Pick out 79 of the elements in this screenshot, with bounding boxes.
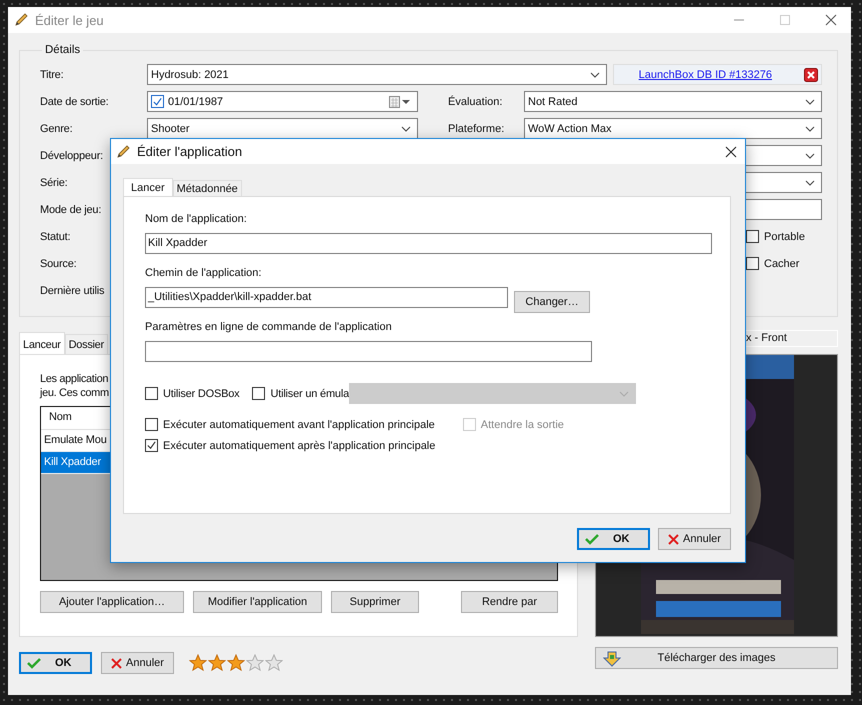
checkbox[interactable]: [145, 439, 158, 452]
checkbox[interactable]: [145, 387, 158, 400]
field-label: Dernière utilis: [40, 284, 104, 296]
field-label: Titre:: [40, 68, 64, 80]
app-button[interactable]: Supprimer: [331, 591, 419, 613]
tab[interactable]: Métadonnée: [172, 180, 242, 196]
checkbox[interactable]: [252, 387, 266, 400]
star-icon: [227, 654, 245, 672]
star-icon: [189, 654, 207, 672]
calendar-icon: [389, 96, 411, 108]
field-label: Paramètres en ligne de commande de l'application: [145, 321, 392, 333]
chevron-icon: [805, 126, 815, 132]
group-title: Détails: [44, 44, 82, 56]
combo-box[interactable]: WoW Action Max: [524, 118, 822, 139]
field-label: Statut:: [40, 230, 70, 242]
star-icon: [265, 654, 283, 672]
browse-button[interactable]: Changer…: [514, 291, 590, 313]
pencil-icon: [115, 144, 131, 160]
input-field[interactable]: Kill Xpadder: [145, 233, 712, 254]
chevron-icon: [401, 126, 411, 132]
remove-icon[interactable]: [804, 68, 818, 82]
combo-box[interactable]: Shooter: [147, 118, 418, 139]
checkbox-label: Exécuter automatiquement après l'application principale: [163, 440, 436, 452]
checkbox-label: Utiliser un émula: [270, 388, 349, 400]
download-images-button[interactable]: Télécharger des images: [595, 647, 838, 669]
ok-button[interactable]: OK: [19, 652, 92, 674]
checkbox[interactable]: [746, 230, 759, 243]
checkbox-label: Cacher: [764, 258, 800, 270]
tab[interactable]: Lancer: [123, 178, 173, 196]
database-link[interactable]: LaunchBox DB ID #133276: [613, 64, 822, 85]
field-label: Mode de jeu:: [40, 204, 102, 216]
app-button[interactable]: Ajouter l'application…: [40, 591, 184, 613]
field-label: Série:: [40, 176, 68, 188]
checkbox[interactable]: [145, 418, 158, 431]
chevron-icon: [619, 390, 629, 396]
combo-box[interactable]: Hydrosub: 2021: [147, 64, 607, 85]
cross-icon: [668, 534, 680, 544]
check-icon: [585, 533, 599, 545]
field-label: Genre:: [40, 122, 72, 134]
checkbox-label: Attendre la sortie: [480, 418, 564, 430]
window-title: Éditer le jeu: [35, 12, 104, 28]
description-text: Les application: [40, 372, 108, 386]
download-icon: [603, 651, 621, 667]
field-label: Développeur:: [40, 150, 104, 162]
field-label: Source:: [40, 258, 77, 270]
star-icon: [246, 654, 264, 672]
close-icon[interactable]: [725, 146, 737, 158]
pencil-icon: [13, 12, 29, 28]
combo-box[interactable]: Not Rated: [524, 91, 822, 112]
cross-icon: [111, 658, 122, 668]
input-field[interactable]: [145, 341, 592, 362]
checkbox-label: Utiliser DOSBox: [163, 388, 240, 400]
star-icon: [208, 654, 226, 672]
field-label: Nom de l'application:: [145, 213, 247, 225]
chevron-icon: [805, 180, 815, 186]
cancel-button[interactable]: Annuler: [101, 652, 174, 674]
chevron-icon: [805, 152, 815, 158]
ok-button[interactable]: OK: [577, 528, 650, 550]
field-label: Date de sortie:: [40, 96, 109, 108]
checkbox[interactable]: [746, 257, 759, 270]
star-rating[interactable]: [189, 654, 283, 672]
description-text: jeu. Ces comm: [40, 386, 109, 400]
chevron-icon: [805, 98, 815, 104]
field-label: Chemin de l'application:: [145, 267, 262, 279]
close-icon[interactable]: [825, 14, 837, 26]
field-label: Évaluation:: [448, 96, 504, 108]
app-button[interactable]: Rendre par: [461, 591, 558, 613]
tab[interactable]: Lanceur: [19, 332, 65, 354]
check-icon: [27, 657, 41, 669]
chevron-icon: [590, 72, 600, 78]
date-picker[interactable]: 01/01/1987: [147, 91, 418, 112]
field-label: Plateforme:: [448, 122, 506, 134]
tab[interactable]: Dossier: [64, 334, 108, 354]
cancel-button[interactable]: Annuler: [658, 528, 731, 550]
dialog-title: Éditer l'application: [137, 144, 242, 159]
checkbox-label: Portable: [764, 230, 805, 242]
input-field[interactable]: _Utilities\Xpadder\kill-xpadder.bat: [145, 287, 508, 308]
app-button[interactable]: Modifier l'application: [193, 591, 322, 613]
checkbox[interactable]: [151, 95, 164, 108]
